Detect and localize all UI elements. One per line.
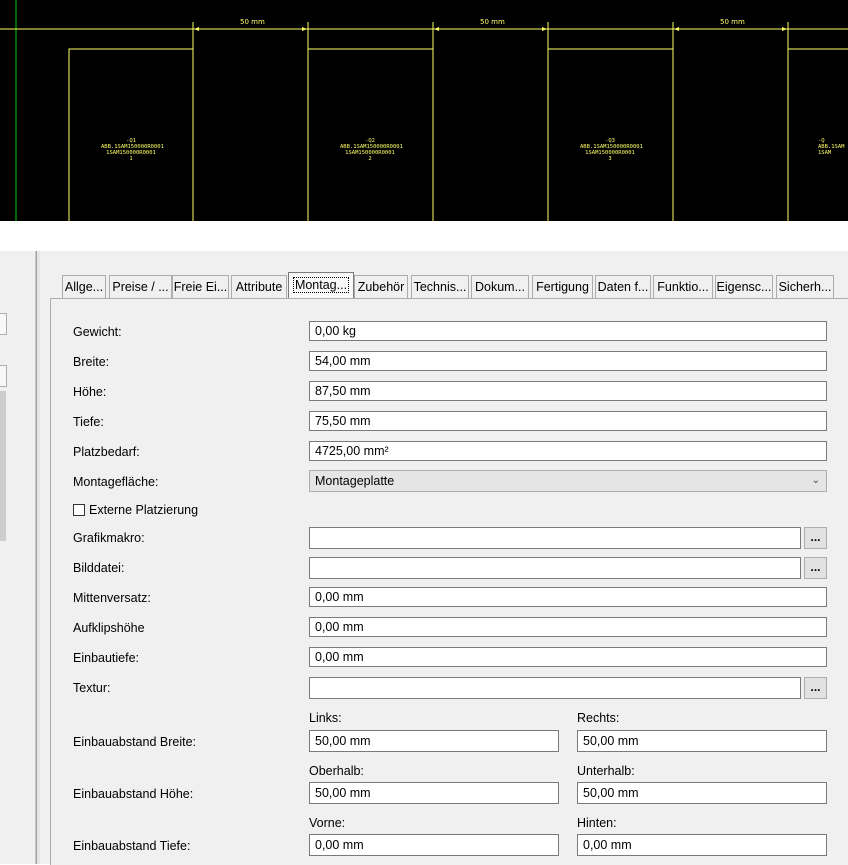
grafikmakro-label: Grafikmakro: <box>73 531 145 545</box>
einbauabstand-breite-label: Einbauabstand Breite: <box>73 735 197 749</box>
einbautiefe-field[interactable]: 0,00 mm <box>309 647 827 667</box>
left-pane <box>0 251 36 864</box>
bilddatei-browse-button[interactable]: ... <box>804 557 827 579</box>
grafikmakro-field[interactable] <box>309 527 801 549</box>
dimension-label: 50 mm <box>480 18 505 26</box>
vorne-label: Vorne: <box>309 816 346 830</box>
tab-allgemein[interactable]: Allge... <box>62 275 106 298</box>
rechts-label: Rechts: <box>577 711 620 725</box>
device-text-q1[interactable]: -Q1 ABB.1SAM150000R0001 1SAM150000R0001 1 <box>101 138 164 162</box>
oberhalb-field[interactable]: 50,00 mm <box>309 782 559 804</box>
device-text-q4[interactable]: -Q ABB.1SAM 1SAM <box>818 138 848 156</box>
textur-field[interactable] <box>309 677 801 699</box>
tab-technische-daten[interactable]: Technis... <box>411 275 469 298</box>
links-label: Links: <box>309 711 342 725</box>
tab-eigenschaften[interactable]: Eigensc... <box>715 275 773 298</box>
hoehe-field[interactable]: 87,50 mm <box>309 381 827 401</box>
textur-browse-button[interactable]: ... <box>804 677 827 699</box>
links-field[interactable]: 50,00 mm <box>309 730 559 752</box>
tab-fertigung[interactable]: Fertigung <box>532 275 593 298</box>
montage-tab-content: Gewicht: 0,00 kg Breite: 54,00 mm Höhe: … <box>50 298 848 865</box>
platzbedarf-field[interactable]: 4725,00 mm² <box>309 441 827 461</box>
tab-montage[interactable]: Montag... <box>288 272 354 298</box>
aufklipshoehe-field[interactable]: 0,00 mm <box>309 617 827 637</box>
breite-label: Breite: <box>73 355 110 369</box>
textur-label: Textur: <box>73 681 111 695</box>
einbautiefe-label: Einbautiefe: <box>73 651 140 665</box>
chevron-down-icon: ⌄ <box>811 475 820 486</box>
unterhalb-label: Unterhalb: <box>577 764 635 778</box>
tab-attribute[interactable]: Attribute <box>231 275 287 298</box>
cad-drawing <box>0 0 848 221</box>
tab-sicherheit[interactable]: Sicherh... <box>776 275 834 298</box>
left-pane-button[interactable] <box>0 365 7 387</box>
dimension-label: 50 mm <box>240 18 265 26</box>
vorne-field[interactable]: 0,00 mm <box>309 834 559 856</box>
properties-panel: Allge... Preise / ... Freie Ei... Attrib… <box>40 251 848 865</box>
device-text-q3[interactable]: -Q3 ABB.1SAM150000R0001 1SAM150000R0001 3 <box>580 138 643 162</box>
bilddatei-label: Bilddatei: <box>73 561 125 575</box>
oberhalb-label: Oberhalb: <box>309 764 364 778</box>
grafikmakro-browse-button[interactable]: ... <box>804 527 827 549</box>
separator <box>0 221 848 251</box>
montageflaeche-select[interactable]: Montageplatte ⌄ <box>309 470 827 492</box>
mittenversatz-label: Mittenversatz: <box>73 591 151 605</box>
tab-daten-fuer[interactable]: Daten f... <box>595 275 651 298</box>
tab-preise[interactable]: Preise / ... <box>109 275 172 298</box>
gewicht-label: Gewicht: <box>73 325 122 339</box>
tab-freie-eigenschaften[interactable]: Freie Ei... <box>172 275 229 298</box>
montageflaeche-label: Montagefläche: <box>73 475 159 489</box>
gewicht-field[interactable]: 0,00 kg <box>309 321 827 341</box>
bilddatei-field[interactable] <box>309 557 801 579</box>
hinten-label: Hinten: <box>577 816 617 830</box>
tab-funktionen[interactable]: Funktio... <box>653 275 713 298</box>
breite-field[interactable]: 54,00 mm <box>309 351 827 371</box>
tiefe-field[interactable]: 75,50 mm <box>309 411 827 431</box>
hoehe-label: Höhe: <box>73 385 107 399</box>
tab-dokumente[interactable]: Dokum... <box>471 275 529 298</box>
mittenversatz-field[interactable]: 0,00 mm <box>309 587 827 607</box>
einbauabstand-tiefe-label: Einbauabstand Tiefe: <box>73 839 191 853</box>
tiefe-label: Tiefe: <box>73 415 104 429</box>
left-pane-button[interactable] <box>0 313 7 335</box>
device-text-q2[interactable]: -Q2 ABB.1SAM150000R0001 1SAM150000R0001 2 <box>340 138 403 162</box>
dimension-label: 50 mm <box>720 18 745 26</box>
scrollbar[interactable] <box>0 391 6 541</box>
externe-platzierung-checkbox[interactable] <box>73 504 85 516</box>
tab-zubehoer[interactable]: Zubehör <box>354 275 408 298</box>
hinten-field[interactable]: 0,00 mm <box>577 834 827 856</box>
externe-platzierung-label: Externe Platzierung <box>89 503 199 517</box>
platzbedarf-label: Platzbedarf: <box>73 445 140 459</box>
einbauabstand-hoehe-label: Einbauabstand Höhe: <box>73 787 194 801</box>
cad-canvas[interactable]: 50 mm 50 mm 50 mm -Q1 ABB.1SAM150000R0001… <box>0 0 848 221</box>
unterhalb-field[interactable]: 50,00 mm <box>577 782 827 804</box>
rechts-field[interactable]: 50,00 mm <box>577 730 827 752</box>
aufklipshoehe-label: Aufklipshöhe <box>73 621 145 635</box>
